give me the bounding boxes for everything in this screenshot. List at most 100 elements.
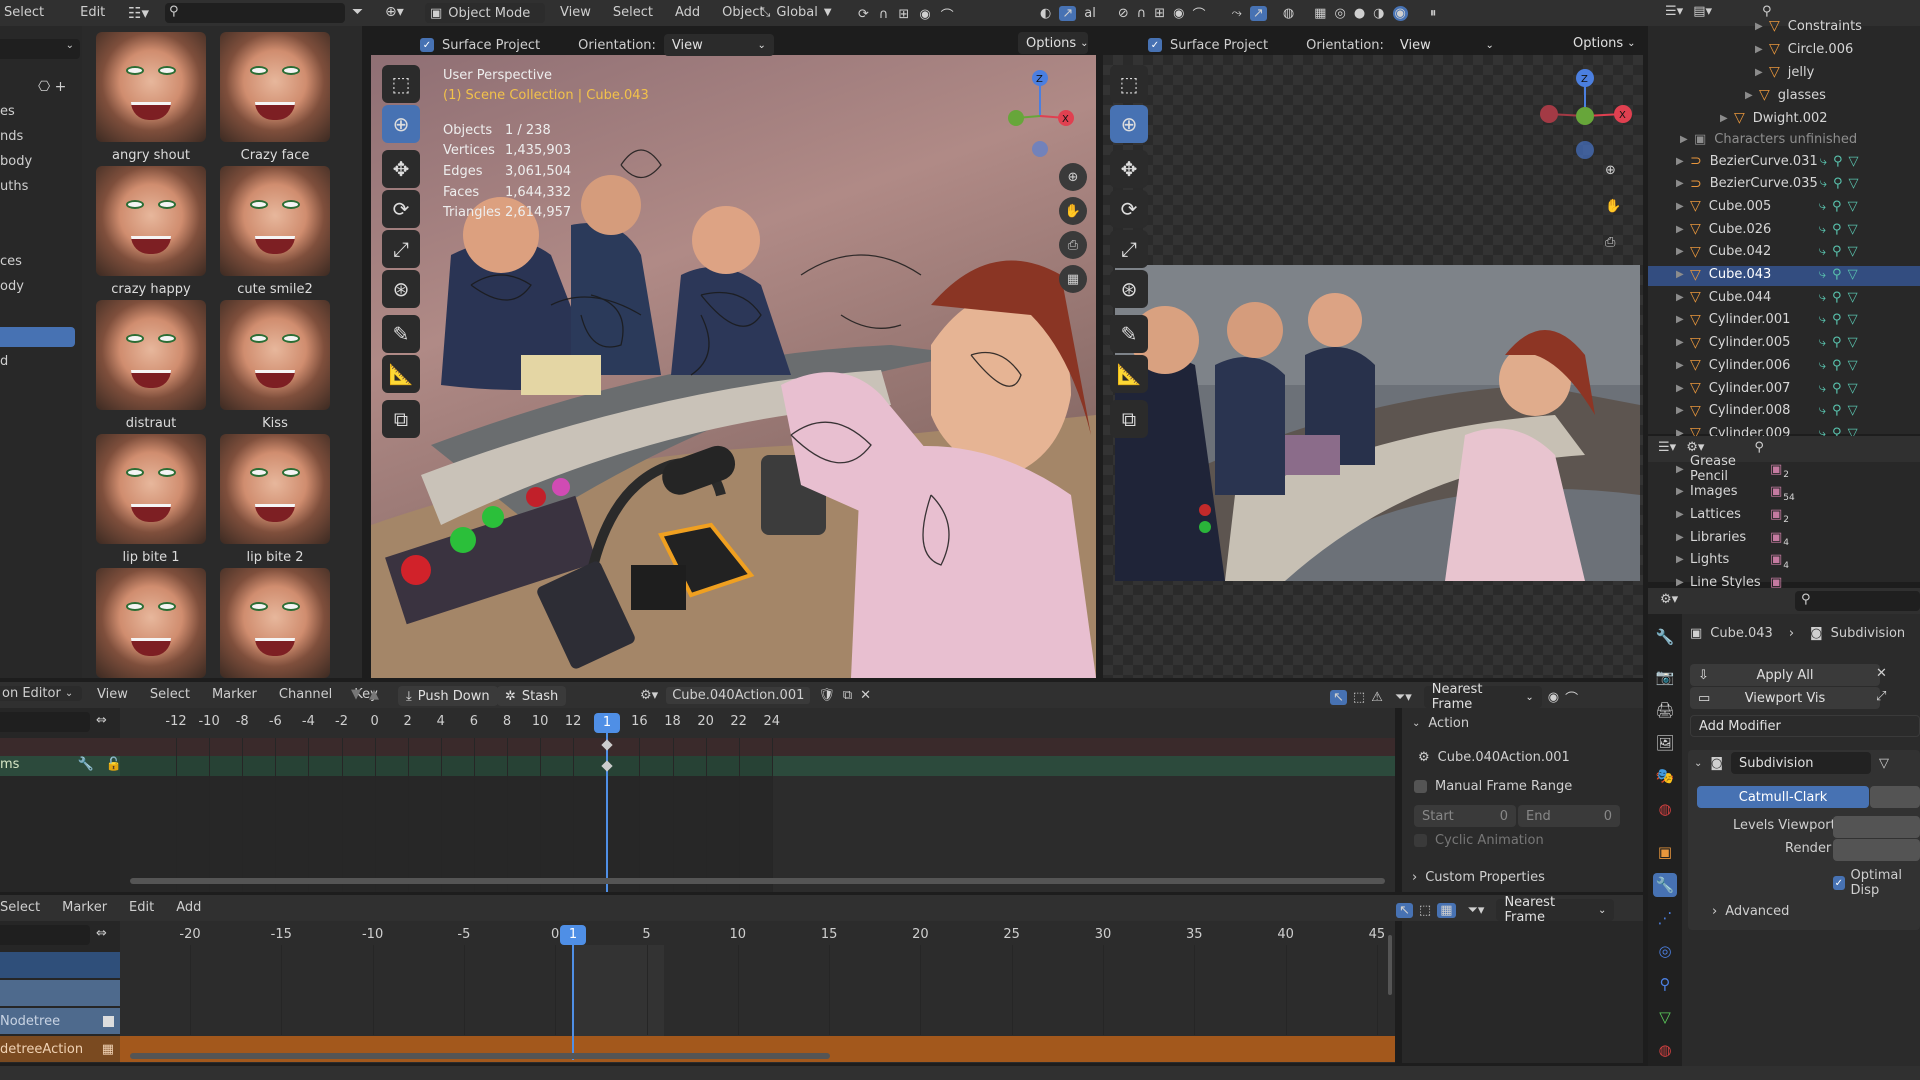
duplicate-icon[interactable]: ⧉ [843,688,852,703]
nla-scrollbar[interactable] [130,1053,830,1059]
optimal-checkbox[interactable]: ✓ [1833,876,1845,890]
chevron-right-icon[interactable]: ▶ [1676,224,1690,235]
navigation-gizmo[interactable]: Z X [1000,66,1080,166]
visibility-icon[interactable]: ◐ [1040,6,1051,21]
errors-icon[interactable]: ⚠ [1371,690,1383,705]
transform-tool-2[interactable]: ⊛ [1110,270,1148,308]
physics-tab-icon[interactable]: ◎ [1653,939,1677,963]
material-tab-icon[interactable]: ◍ [1653,1038,1677,1062]
move-tool-2[interactable]: ✥ [1110,150,1148,188]
mode-dropdown[interactable]: ▣ Object Mode [425,3,545,23]
scale-tool[interactable]: ⤢ [382,230,420,268]
menu-marker[interactable]: Marker [62,900,107,915]
overlay-icon[interactable]: ◍ [1283,6,1294,21]
data-browser-row[interactable]: ▶ Grease Pencil ▣ 2 [1676,454,1789,484]
chevron-right-icon[interactable]: ▶ [1676,464,1690,475]
chevron-right-icon[interactable]: ▶ [1676,156,1690,167]
modifier-name-field[interactable]: Subdivision [1731,752,1872,774]
filter-icon[interactable]: ⏷▾ [1395,690,1412,705]
chevron-right-icon[interactable]: ▶ [1676,337,1690,348]
properties-type-icon[interactable]: ⚙▾ [1660,592,1678,607]
manual-range-checkbox[interactable] [1414,780,1427,793]
chevron-right-icon[interactable]: ▶ [1676,532,1690,543]
hidden-icon[interactable]: ⬚ [1353,690,1365,705]
object-tab-icon[interactable]: ▣ [1653,840,1677,864]
outliner-row[interactable]: ▶ ▽ Cube.042 ⤷⚲▽ [1676,241,1864,263]
stash-button[interactable]: ✲ Stash [497,686,567,706]
menu-marker[interactable]: Marker [212,687,257,702]
levels-viewport-field[interactable] [1833,816,1920,838]
chevron-right-icon[interactable]: ▶ [1676,201,1690,212]
outliner-row[interactable]: ▶ ▽ Cube.043 ⤷⚲▽ [1676,264,1864,286]
display-mode-icon[interactable]: ▤▾ [1693,4,1712,19]
only-selected-icon[interactable]: ↖ [1396,902,1413,918]
menu-channel[interactable]: Channel [279,687,332,702]
add-cube-tool[interactable]: ⧉ [382,400,420,438]
proportional-icon[interactable]: ◉ [919,7,930,22]
menu-select[interactable]: Select [4,5,44,20]
up-arrow-icon[interactable]: ▲ [369,687,379,702]
add-modifier-dropdown[interactable]: Add Modifier [1690,715,1920,737]
down-arrow-icon[interactable]: ▼ [351,687,361,702]
outliner-row[interactable]: ▶ ⊃ BezierCurve.035 ⤷⚲▽ [1676,173,1865,195]
pivot-icon[interactable]: ⟳ [858,7,869,22]
simple-button[interactable] [1870,786,1920,808]
data-browser-row[interactable]: ▶ Lights ▣ 4 [1676,549,1789,571]
menu-edit[interactable]: Edit [129,900,154,915]
data-browser-row[interactable]: ▶ Images ▣ 54 [1676,481,1795,503]
cursor-tool-2[interactable]: ⊕ [1110,105,1148,143]
rotate-tool-2[interactable]: ⟳ [1110,190,1148,228]
grid-toggle-icon[interactable]: ▦ [1059,265,1087,293]
chevron-right-icon[interactable]: ▶ [1676,383,1690,394]
chevron-right-icon[interactable]: ▶ [1676,269,1690,280]
wireframe-shading-icon[interactable]: ◎ [1334,6,1345,21]
select-box-tool-2[interactable]: ⬚ [1110,65,1148,103]
cursor-tool[interactable]: ⊕ [382,105,420,143]
left-list-item[interactable]: ces [0,254,22,269]
cursor-icon[interactable]: ⤳ [1232,6,1242,21]
nla-track-icon[interactable]: ▦ [102,1042,114,1057]
chevron-right-icon[interactable]: ▶ [1720,113,1734,124]
orientation-dropdown[interactable]: View ⌄ [663,34,774,56]
properties-search[interactable]: ⚲ [1795,591,1920,611]
modifier-tab-icon[interactable]: 🔧 [1653,873,1677,897]
chevron-right-icon[interactable]: ▶ [1745,90,1759,101]
expand-icon[interactable]: ⤢ [1876,689,1886,704]
layer-arrows[interactable]: ▼ ▲ [351,687,379,702]
menu-select-vp[interactable]: Select [613,5,653,20]
chevron-right-icon[interactable]: ▶ [1676,577,1690,588]
nla-track-checkbox[interactable] [103,1015,114,1027]
falloff-icon-2[interactable]: ⌒ [1193,4,1206,23]
wrench-icon[interactable]: 🔧 [77,757,93,772]
snap-dropdown[interactable]: Nearest Frame ⌄ [1423,682,1542,712]
chevron-right-icon[interactable]: ▶ [1676,509,1690,520]
output-tab-icon[interactable]: 🖨 [1653,698,1677,722]
sidebar-action-name[interactable]: ⚙ Cube.040Action.001 [1418,750,1570,765]
pose-thumbnail[interactable] [220,568,330,678]
outliner-row[interactable]: ▶ ▽ Cylinder.007 ⤷⚲▽ [1676,377,1864,399]
cyclic-checkbox[interactable] [1414,834,1427,847]
chevron-right-icon[interactable]: ▶ [1676,486,1690,497]
render-options-dropdown[interactable]: Options ⌄ [1565,32,1636,54]
menu-select[interactable]: Select [0,900,40,915]
left-dropdown[interactable]: ⌄ [0,39,80,59]
move-tool[interactable]: ✥ [382,150,420,188]
collapse-icon[interactable]: ⌄ [1694,758,1702,769]
action-name[interactable]: Cube.040Action.001 [666,687,811,704]
hidden-icon[interactable]: ⬚ [1419,903,1431,918]
outliner-row[interactable]: ▶ ▽ Cylinder.005 ⤷⚲▽ [1676,332,1864,354]
zoom-icon-2[interactable]: ⊕ [1605,163,1616,178]
gizmo-icon[interactable]: ↗ [1059,6,1077,21]
transform-tool[interactable]: ⊛ [382,270,420,308]
chevron-right-icon[interactable]: ▶ [1676,554,1690,565]
edit-mode-icon[interactable]: ▽ [1879,756,1889,771]
pan-hand-icon-2[interactable]: ✋ [1605,199,1621,214]
outliner-row[interactable]: ▶ ▽ Dwight.002 [1720,107,1828,129]
data-browser-row[interactable]: ▶ Lattices ▣ 2 [1676,503,1789,526]
chevron-right-icon[interactable]: ▶ [1676,292,1690,303]
push-down-button[interactable]: ⤓ Push Down [398,686,498,706]
rotate-tool[interactable]: ⟳ [382,190,420,228]
include-missing-icon[interactable]: ▦ [1437,902,1456,918]
zoom-icon[interactable]: ⊕ [1059,163,1087,191]
outliner-row[interactable]: ▶ ▽ Cylinder.006 ⤷⚲▽ [1676,354,1864,376]
